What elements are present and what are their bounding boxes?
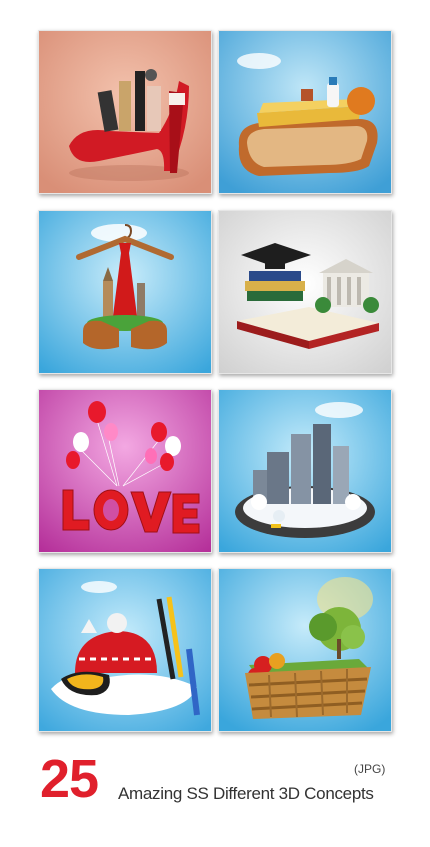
image-tile-graduation — [218, 210, 392, 374]
hanger-illustration — [39, 211, 211, 373]
image-tile-love — [38, 389, 212, 553]
image-tile-ski — [38, 568, 212, 732]
item-count: 25 — [40, 749, 99, 809]
love-illustration — [39, 390, 211, 552]
image-tile-basket — [218, 568, 392, 732]
shoe-illustration — [39, 31, 211, 193]
image-tile-hanger — [38, 210, 212, 374]
image-tile-bread — [218, 30, 392, 194]
city-illustration — [219, 390, 391, 552]
basket-illustration — [219, 569, 391, 731]
bread-illustration — [219, 31, 391, 193]
graduation-illustration — [219, 211, 391, 373]
collection-title: Amazing SS Different 3D Concepts — [118, 784, 374, 803]
image-tile-shoe — [38, 30, 212, 194]
image-tile-city — [218, 389, 392, 553]
ski-illustration — [39, 569, 211, 731]
format-label: (JPG) — [354, 762, 386, 776]
